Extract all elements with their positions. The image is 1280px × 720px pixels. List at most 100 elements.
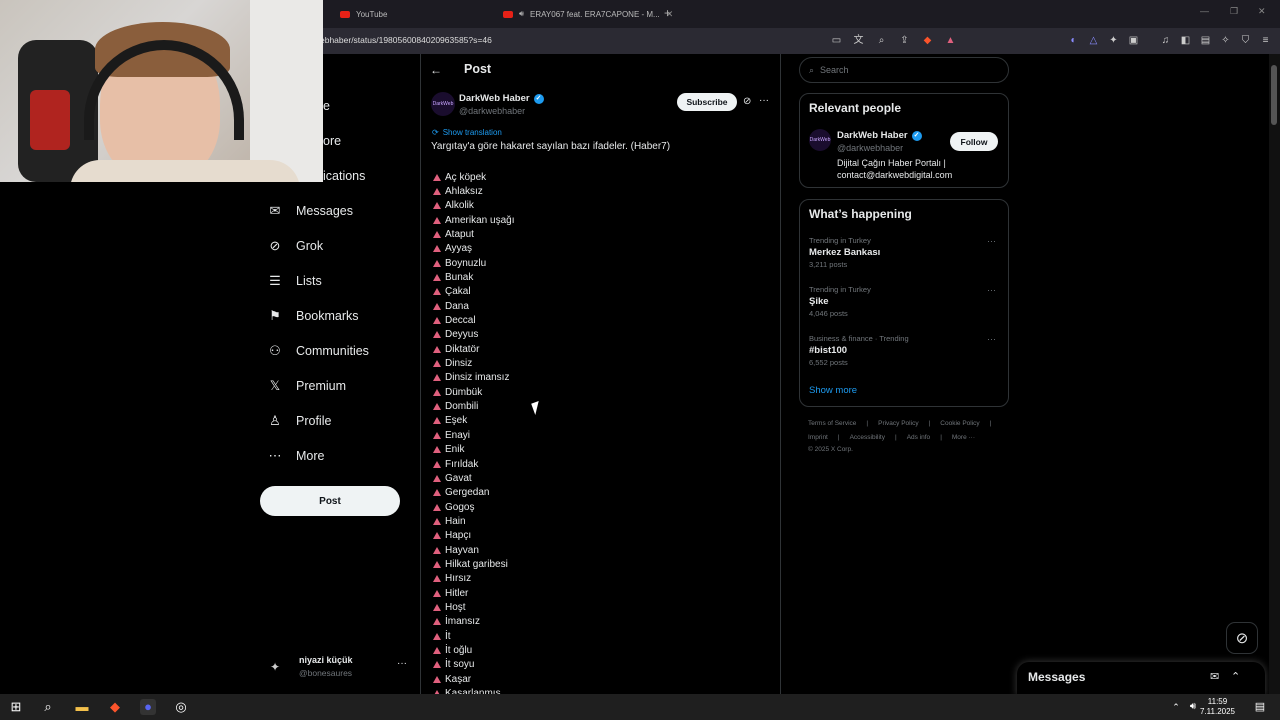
close-window-button[interactable]: ✕	[1258, 6, 1266, 17]
rewards-icon[interactable]: ▲	[945, 35, 956, 46]
sidebar-item-profile[interactable]: ♙ Profile	[268, 411, 331, 431]
puzzle-icon[interactable]: ✦	[1108, 35, 1119, 46]
whats-happening-card	[799, 199, 1009, 407]
post-more-icon[interactable]: ···	[759, 95, 769, 106]
sidebar-partial-label[interactable]: ications	[323, 169, 365, 183]
word-list-item-text: Ayyaş	[445, 243, 473, 255]
whats-happening-title: What’s happening	[809, 207, 912, 221]
relevant-person-name[interactable]: DarkWeb Haber ✓	[837, 130, 922, 141]
discord-icon[interactable]: ●	[140, 699, 156, 715]
obs-icon[interactable]: ◎	[173, 699, 189, 715]
mail-icon: ✉	[269, 203, 281, 218]
grok-explain-icon[interactable]: ⊘	[743, 96, 751, 107]
follow-button[interactable]: Follow	[950, 132, 998, 151]
show-more-link[interactable]: Show more	[809, 385, 857, 396]
search-box[interactable]: ⌕ Search	[799, 57, 1009, 83]
sidebar-partial-label[interactable]: e	[323, 99, 330, 113]
shield-icon[interactable]: ⛉	[1240, 35, 1251, 46]
word-list-item: Kaşar	[433, 672, 471, 686]
search-icon: ⌕	[809, 64, 815, 75]
brave-icon[interactable]: ◆	[107, 699, 123, 715]
author-avatar[interactable]: DarkWeb	[431, 92, 455, 116]
restore-button[interactable]: ❐	[1230, 6, 1238, 17]
trend-more-icon[interactable]: ···	[987, 334, 996, 344]
windows-start-icon[interactable]: ⊞	[8, 699, 24, 715]
search-icon[interactable]: ⌕	[40, 699, 56, 715]
word-list-item-text: Ataput	[445, 228, 474, 240]
sidebar-item-grok[interactable]: ⊘ Grok	[268, 236, 324, 256]
footer-link[interactable]: Ads info	[907, 434, 931, 441]
word-list-item: Ayyaş	[433, 242, 472, 256]
vpn-icon[interactable]: △	[1088, 35, 1099, 46]
footer-link[interactable]: Cookie Policy	[940, 420, 979, 427]
subscribe-button[interactable]: Subscribe	[677, 93, 737, 111]
trend-more-icon[interactable]: ···	[987, 236, 996, 246]
volume-icon[interactable]: 🔊︎	[1185, 699, 1201, 715]
word-list-item: Amerikan uşağı	[433, 213, 514, 227]
sidebar-item-premium[interactable]: 𝕏 Premium	[268, 376, 346, 396]
scrollbar[interactable]	[1269, 54, 1280, 694]
file-explorer-icon[interactable]: ▬	[74, 699, 90, 715]
sidebar-partial-label[interactable]: ore	[323, 134, 341, 148]
author-handle[interactable]: @darkwebhaber	[459, 106, 525, 116]
tray-expand-icon[interactable]: ⌃	[1168, 699, 1184, 715]
relevant-person-handle[interactable]: @darkwebhaber	[837, 143, 903, 153]
music-icon[interactable]: ♫	[1160, 35, 1171, 46]
panel-icon[interactable]: ◧	[1180, 35, 1191, 46]
zoom-icon[interactable]: ⌕	[876, 35, 887, 46]
account-more-icon[interactable]: ···	[397, 658, 407, 669]
new-tab-button[interactable]: +	[664, 6, 671, 20]
extension-icon[interactable]: ◐	[1068, 35, 1079, 46]
relevant-person-avatar[interactable]: DarkWeb	[809, 129, 831, 151]
sidebar-toggle-icon[interactable]: ▣	[1128, 35, 1139, 46]
translate-icon[interactable]: 文	[853, 35, 864, 46]
scrollbar-thumb[interactable]	[1271, 65, 1277, 125]
tab-music[interactable]: 🔊︎ ERAY067 feat. ERA7CAPONE - M... ✕	[503, 4, 673, 24]
sidebar-item-messages[interactable]: ✉ Messages	[268, 201, 353, 221]
trend-topic[interactable]: Şike	[809, 296, 829, 307]
leo-icon[interactable]: ✧	[1220, 35, 1231, 46]
url-field[interactable]: ebhaber/status/1980560084020963585?s=46	[320, 35, 492, 45]
author-name[interactable]: DarkWeb Haber ✓	[459, 93, 544, 104]
sidebar-item-bookmarks[interactable]: ⚑ Bookmarks	[268, 306, 358, 326]
post-button[interactable]: Post	[260, 486, 400, 516]
word-list-item: Eşek	[433, 414, 467, 428]
trend-topic[interactable]: #bist100	[809, 345, 847, 356]
sidebar-item-label: Lists	[296, 274, 322, 288]
account-name[interactable]: niyazi küçük	[299, 655, 353, 665]
minimize-button[interactable]: —	[1200, 6, 1209, 16]
word-list-item-text: Çakal	[445, 286, 471, 298]
trend-count: 3,211 posts	[809, 260, 848, 269]
footer-separator: |	[894, 434, 897, 441]
word-list-item-text: Dinsiz imansız	[445, 372, 510, 384]
show-translation-link[interactable]: ⟳ Show translation	[432, 128, 502, 137]
account-avatar[interactable]: ✦	[270, 660, 288, 674]
footer-link[interactable]: Privacy Policy	[878, 420, 918, 427]
red-triangle-icon	[433, 604, 441, 611]
windows-taskbar	[0, 694, 1280, 720]
compose-message-icon[interactable]: ✉	[1210, 670, 1219, 683]
grok-icon: ⊘	[269, 238, 281, 253]
reader-icon[interactable]: ▭	[831, 35, 842, 46]
red-triangle-icon	[433, 489, 441, 497]
trend-more-icon[interactable]: ···	[987, 285, 996, 295]
share-icon[interactable]: ⇪	[899, 35, 910, 46]
back-arrow-icon[interactable]: ←	[430, 63, 442, 77]
taskbar-clock[interactable]: 11:59 7.11.2025	[1200, 697, 1235, 717]
grok-floating-button[interactable]: ⊘	[1226, 622, 1258, 654]
footer-link[interactable]: More ···	[952, 434, 975, 441]
footer-link[interactable]: Terms of Service	[808, 420, 856, 427]
notification-icon[interactable]: ▤	[1252, 699, 1268, 715]
footer-link[interactable]: Imprint	[808, 434, 828, 441]
menu-icon[interactable]: ≡	[1260, 35, 1271, 46]
sidebar-item-communities[interactable]: ⚇ Communities	[268, 341, 369, 361]
sidebar-item-more[interactable]: ⋯ More	[268, 446, 325, 466]
wallet-icon[interactable]: ▤	[1200, 35, 1211, 46]
account-handle[interactable]: @bonesaures	[299, 668, 352, 678]
brave-shield-icon[interactable]: ◆	[922, 35, 933, 46]
tab-youtube[interactable]: YouTube	[340, 4, 387, 24]
trend-topic[interactable]: Merkez Bankası	[809, 247, 880, 258]
footer-link[interactable]: Accessibility	[850, 434, 885, 441]
expand-icon[interactable]: ⌃	[1231, 670, 1240, 683]
sidebar-item-lists[interactable]: ☰ Lists	[268, 271, 322, 291]
